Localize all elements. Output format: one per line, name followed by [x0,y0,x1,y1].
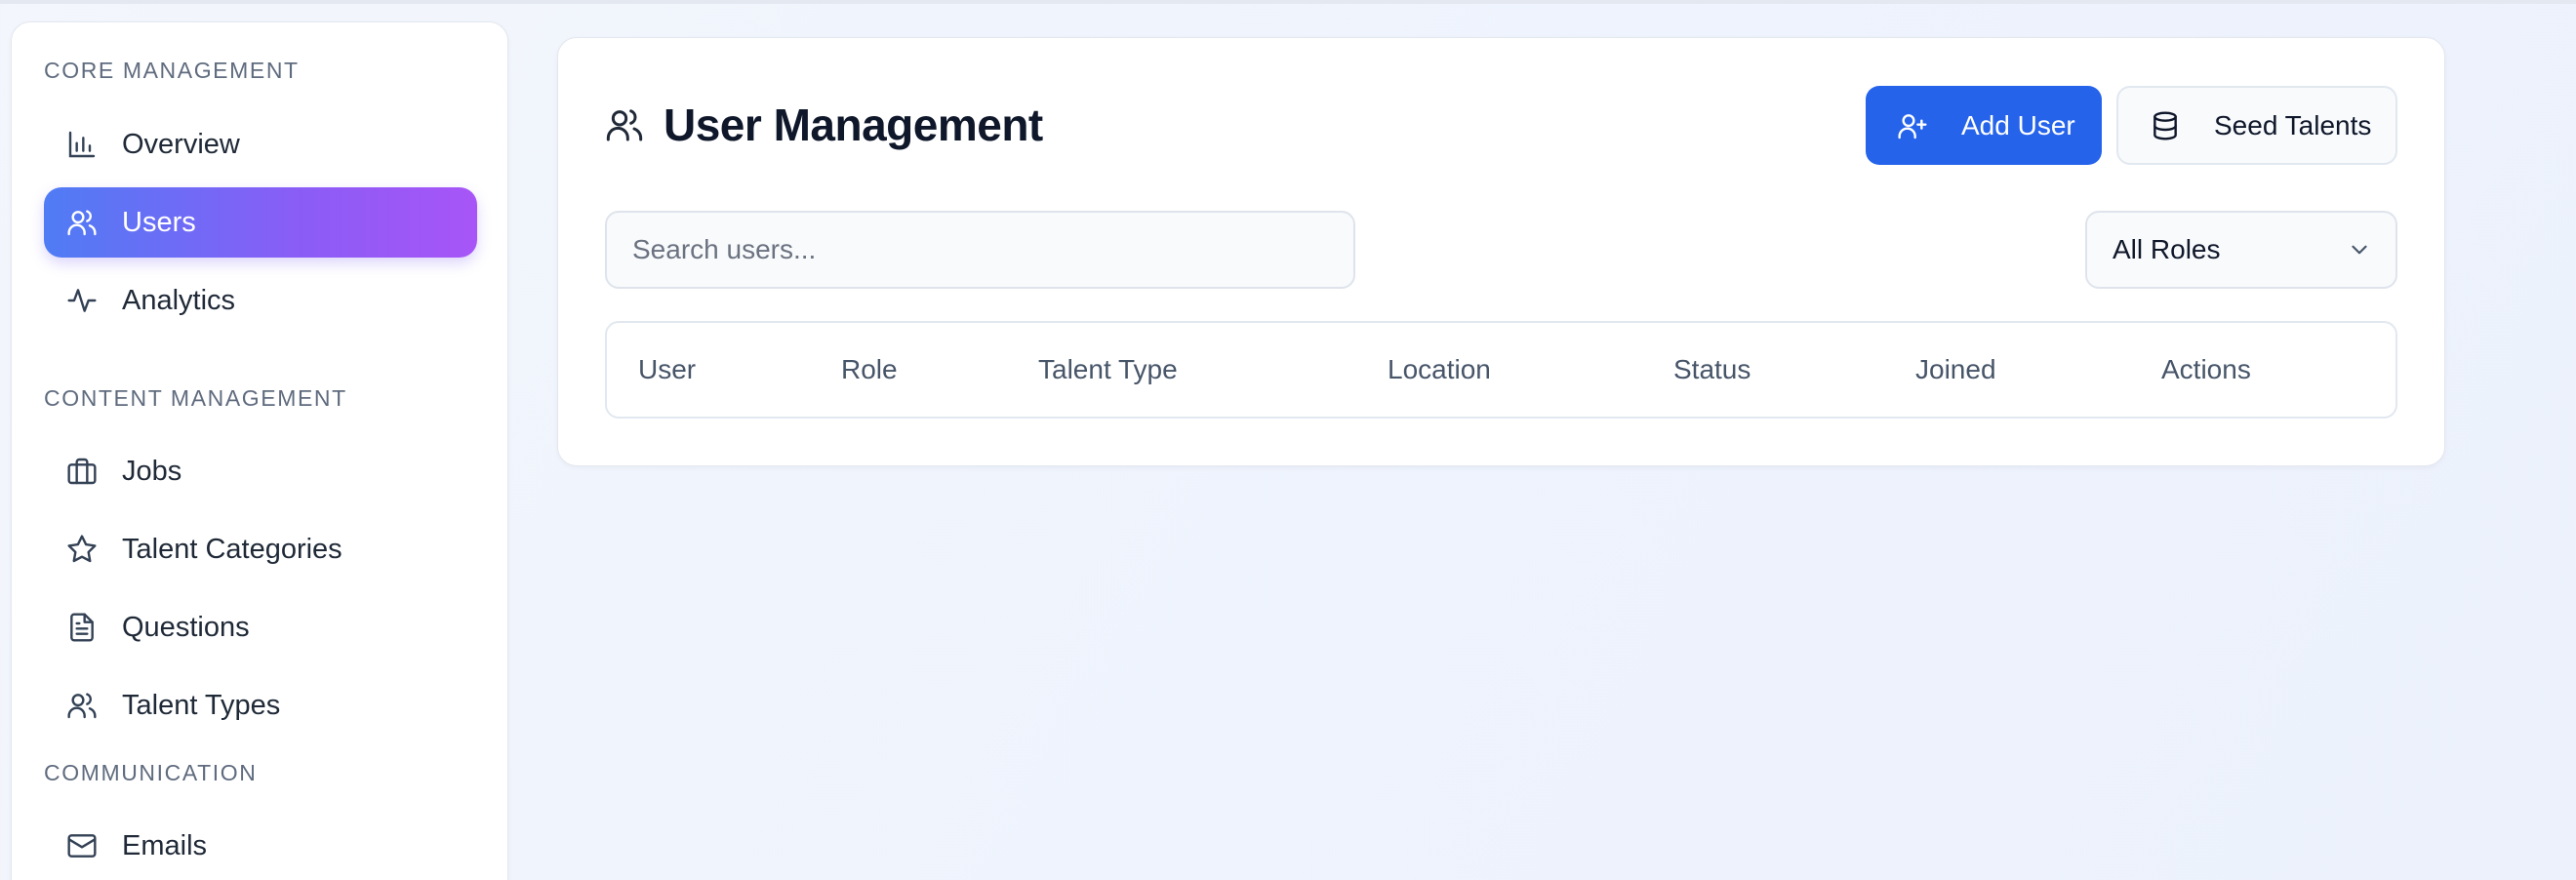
chevron-down-icon [2347,237,2372,262]
bar-chart-icon [65,128,99,161]
database-icon [2150,110,2181,141]
add-user-button[interactable]: Add User [1866,86,2102,165]
page-header: User Management [605,99,1043,151]
sidebar: CORE MANAGEMENT Overview Users Analytics… [11,21,508,880]
seed-talents-button[interactable]: Seed Talents [2116,86,2397,165]
add-user-label: Add User [1961,109,2075,140]
activity-icon [65,284,99,317]
users-icon [65,206,99,239]
sidebar-item-label: Users [122,206,196,238]
column-header-joined[interactable]: Joined [1915,323,1996,417]
sidebar-item-label: Analytics [122,284,236,316]
sidebar-item-label: Talent Categories [122,533,342,565]
column-header-location[interactable]: Location [1388,323,1491,417]
sidebar-item-overview[interactable]: Overview [44,109,477,180]
star-icon [65,533,99,566]
column-header-user[interactable]: User [638,323,696,417]
search-input[interactable] [605,211,1355,289]
user-plus-icon [1897,110,1928,141]
file-text-icon [65,611,99,644]
section-label-content-management: CONTENT MANAGEMENT [44,385,347,411]
column-header-actions[interactable]: Actions [2161,323,2251,417]
sidebar-item-analytics[interactable]: Analytics [44,265,477,336]
users-icon [605,105,644,144]
sidebar-item-talent-types[interactable]: Talent Types [44,670,477,740]
sidebar-item-users[interactable]: Users [44,187,477,258]
mail-icon [65,829,99,862]
sidebar-item-label: Jobs [122,455,182,487]
column-header-status[interactable]: Status [1673,323,1751,417]
sidebar-item-emails[interactable]: Emails [44,811,477,880]
column-header-role[interactable]: Role [841,323,898,417]
section-label-core-management: CORE MANAGEMENT [44,58,300,83]
sidebar-item-label: Overview [122,128,240,160]
section-label-communication: COMMUNICATION [44,760,258,785]
role-filter-value: All Roles [2113,234,2221,264]
sidebar-item-talent-categories[interactable]: Talent Categories [44,514,477,584]
role-filter-select[interactable]: All Roles [2085,211,2397,289]
page-title: User Management [664,100,1043,150]
sidebar-item-questions[interactable]: Questions [44,592,477,662]
sidebar-item-label: Questions [122,611,250,643]
column-header-talent-type[interactable]: Talent Type [1038,323,1178,417]
briefcase-icon [65,455,99,488]
seed-talents-label: Seed Talents [2214,109,2372,140]
users-table: User Role Talent Type Location Status Jo… [605,321,2397,419]
users-icon [65,689,99,722]
sidebar-item-jobs[interactable]: Jobs [44,436,477,506]
sidebar-item-label: Talent Types [122,689,281,721]
top-border [0,0,2576,4]
user-management-card: User Management Add User Seed Talents Al… [557,37,2445,466]
sidebar-item-label: Emails [122,829,208,861]
